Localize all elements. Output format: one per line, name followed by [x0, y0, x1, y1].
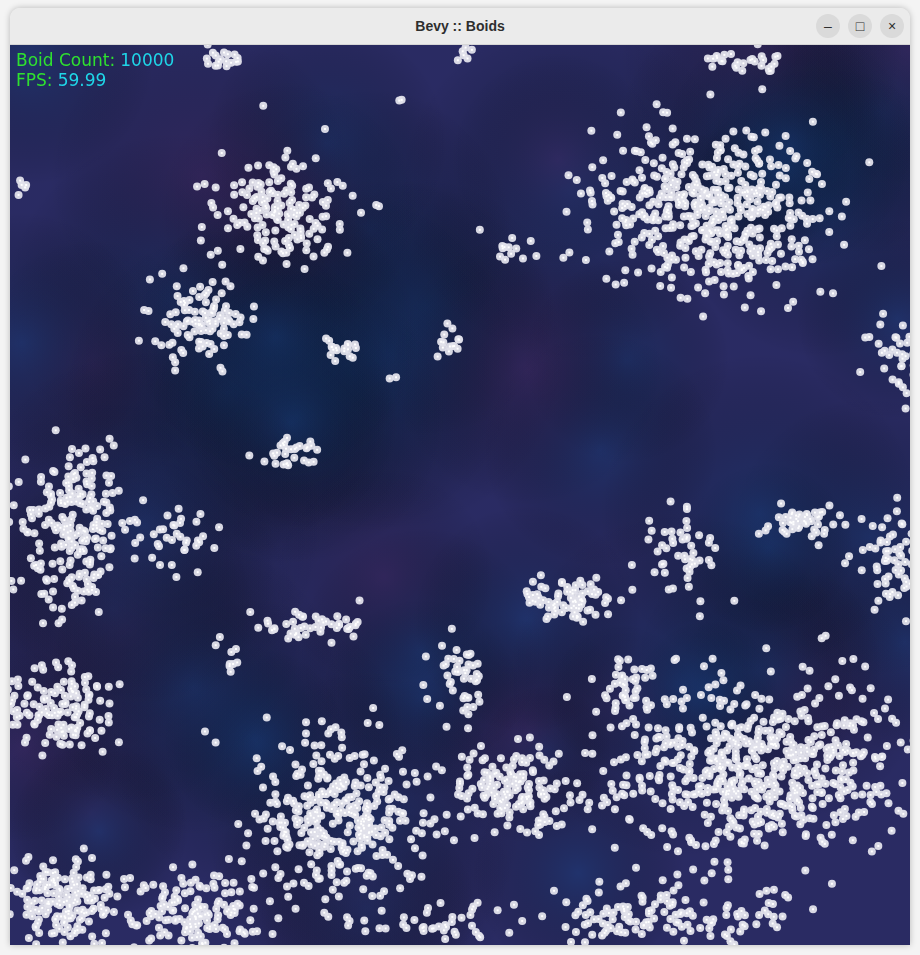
hud-value: 59.99	[58, 70, 107, 90]
boids-canvas	[10, 45, 910, 945]
window-controls: –□ ×	[816, 8, 904, 44]
hud-line: FPS:59.99	[16, 70, 174, 90]
maximize-button[interactable]: □	[848, 14, 872, 38]
window-title: Bevy :: Boids	[415, 16, 504, 37]
title-bar: Bevy :: Boids –□ ×	[10, 8, 910, 45]
hud-line: Boid Count:10000	[16, 50, 174, 70]
app-window: Bevy :: Boids –□× Boid Count:10000FPS:59…	[10, 8, 910, 945]
game-view: Boid Count:10000FPS:59.99	[10, 45, 910, 945]
hud-label: FPS:	[16, 70, 53, 90]
hud-value: 10000	[120, 50, 174, 70]
minimize-button[interactable]: –	[816, 14, 840, 38]
close-button[interactable]: ×	[880, 14, 904, 38]
hud-overlay: Boid Count:10000FPS:59.99	[16, 50, 174, 90]
hud-label: Boid Count:	[16, 50, 115, 70]
